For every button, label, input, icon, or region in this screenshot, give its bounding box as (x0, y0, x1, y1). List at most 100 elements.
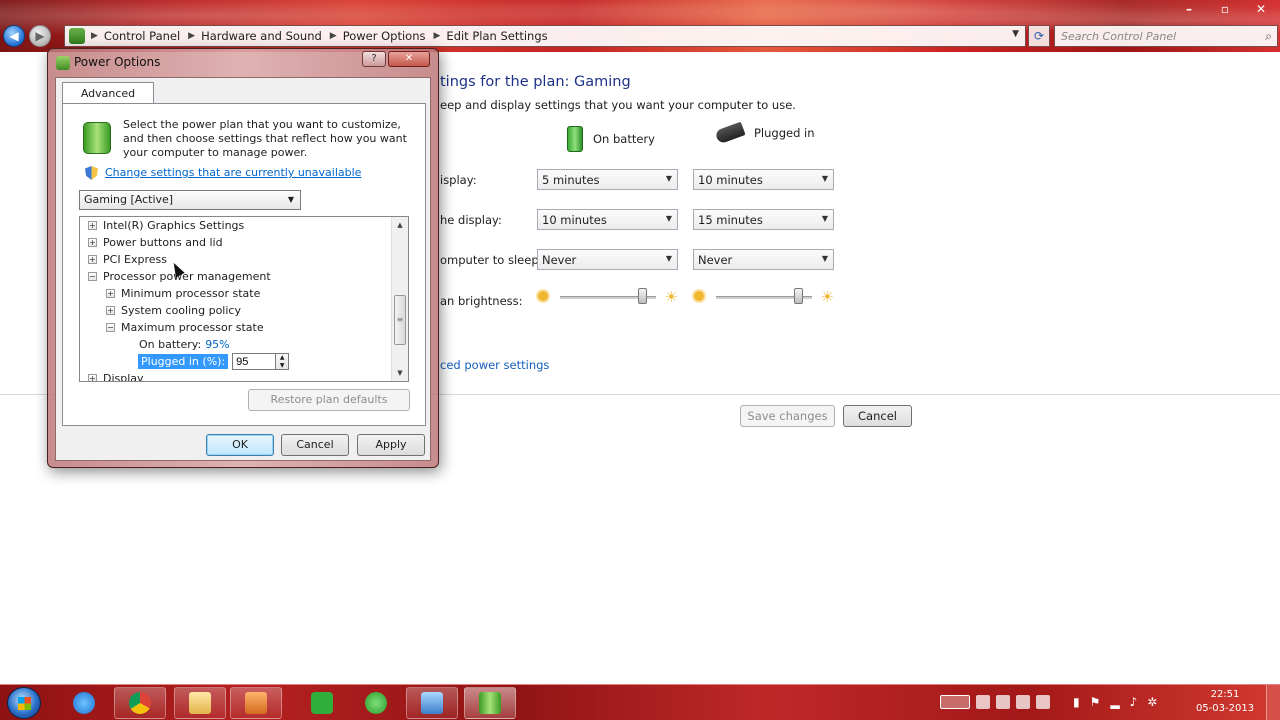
sleep-plugged-select[interactable]: Never ▼ (693, 249, 834, 270)
tree-item-display[interactable]: + Display (88, 370, 144, 381)
dialog-title: Power Options (74, 55, 161, 69)
restore-defaults-button[interactable]: Restore plan defaults (248, 389, 410, 411)
chevron-down-icon[interactable]: ▼ (1012, 29, 1019, 39)
chevron-down-icon: ▼ (287, 195, 294, 204)
media-player-icon[interactable] (230, 687, 282, 719)
show-desktop-button[interactable] (1266, 685, 1280, 720)
expand-icon[interactable]: + (106, 289, 115, 298)
notification-area (940, 688, 1080, 716)
breadcrumb-item[interactable]: ▶ Edit Plan Settings (434, 29, 548, 43)
battery-icon (567, 126, 583, 152)
expand-icon[interactable]: + (88, 374, 97, 381)
turn-off-display-battery-select[interactable]: 10 minutes ▼ (537, 209, 678, 230)
plug-icon (714, 121, 746, 145)
settings-tree[interactable]: + Intel(R) Graphics Settings + Power butto… (79, 216, 409, 382)
update-icon[interactable]: ✲ (1147, 695, 1157, 709)
expand-icon[interactable]: + (88, 255, 97, 264)
folder-icon[interactable] (174, 687, 226, 719)
forward-button[interactable]: ▶ (29, 25, 51, 47)
chevron-down-icon: ▼ (821, 254, 828, 263)
tray-highlight-icon[interactable] (940, 695, 970, 709)
tray-app-icon[interactable] (1036, 695, 1050, 709)
clock[interactable]: 22:51 05-03-2013 (1190, 688, 1260, 716)
intro-text: Select the power plan that you want to c… (123, 118, 407, 159)
flag-icon[interactable]: ⚑ (1090, 695, 1101, 709)
scroll-thumb[interactable]: ≡ (394, 295, 406, 345)
slider-thumb[interactable] (637, 288, 647, 304)
breadcrumb-item[interactable]: ▶ Control Panel (91, 29, 180, 43)
spin-up-icon[interactable]: ▲ (276, 354, 288, 362)
tree-item-plugged-in[interactable]: Plugged in (%): ▲ ▼ (138, 353, 290, 370)
plan-select[interactable]: Gaming [Active] ▼ (79, 190, 301, 210)
maximize-button[interactable]: ▫ (1216, 2, 1234, 16)
battery-plan-icon (83, 122, 111, 154)
tree-item-intel-graphics[interactable]: + Intel(R) Graphics Settings (88, 217, 244, 234)
collapse-icon[interactable]: − (88, 272, 97, 281)
search-input[interactable]: Search Control Panel ⌕ (1054, 25, 1278, 47)
turn-off-display-plugged-select[interactable]: 15 minutes ▼ (693, 209, 834, 230)
on-battery-value[interactable]: 95% (205, 338, 229, 351)
network-icon[interactable]: ▂ (1110, 695, 1119, 709)
internet-explorer-icon[interactable] (58, 687, 110, 719)
ok-button[interactable]: OK (206, 434, 274, 456)
scroll-down-icon[interactable]: ▼ (392, 365, 408, 381)
tray-app-icon[interactable] (976, 695, 990, 709)
power-options-icon (56, 56, 70, 70)
percent-spinner[interactable]: ▲ ▼ (276, 353, 290, 370)
tab-advanced-settings[interactable]: Advanced settings (62, 82, 154, 121)
back-button[interactable]: ◀ (3, 25, 25, 47)
display-battery-select[interactable]: 5 minutes ▼ (537, 169, 678, 190)
razer-icon[interactable] (296, 687, 348, 719)
scroll-up-icon[interactable]: ▲ (392, 217, 408, 233)
help-button[interactable]: ? (362, 51, 386, 67)
dialog-body: Advanced settings Select the power plan … (55, 77, 431, 461)
advanced-settings-link[interactable]: ced power settings (440, 358, 549, 372)
display-plugged-select[interactable]: 10 minutes ▼ (693, 169, 834, 190)
setting-label: isplay: (440, 173, 477, 187)
tree-scrollbar[interactable]: ▲ ≡ ▼ (391, 217, 408, 381)
brightness-battery-slider[interactable]: ☀ (538, 288, 678, 310)
control-panel-taskbar-icon[interactable] (406, 687, 458, 719)
tree-item-power-buttons[interactable]: + Power buttons and lid (88, 234, 223, 251)
volume-icon[interactable]: ♪ (1130, 695, 1138, 709)
tree-item-cooling-policy[interactable]: + System cooling policy (106, 302, 241, 319)
change-settings-link[interactable]: Change settings that are currently unava… (105, 166, 361, 179)
column-header-plugged: Plugged in (714, 121, 815, 145)
minimize-button[interactable]: – (1180, 2, 1198, 16)
expand-icon[interactable]: + (88, 238, 97, 247)
utorrent-icon[interactable] (350, 687, 402, 719)
start-button[interactable] (7, 687, 41, 719)
refresh-icon[interactable]: ⟳ (1028, 25, 1050, 47)
tree-item-min-processor-state[interactable]: + Minimum processor state (106, 285, 260, 302)
tray-app-icon[interactable] (996, 695, 1010, 709)
save-changes-button[interactable]: Save changes (740, 405, 835, 427)
tree-item-max-processor-state[interactable]: − Maximum processor state (106, 319, 264, 336)
sleep-battery-select[interactable]: Never ▼ (537, 249, 678, 270)
dialog-cancel-button[interactable]: Cancel (281, 434, 349, 456)
chevron-down-icon: ▼ (665, 254, 672, 263)
chrome-icon[interactable] (114, 687, 166, 719)
close-window-button[interactable]: ✕ (1252, 2, 1270, 16)
page-subtitle: eep and display settings that you want y… (440, 98, 796, 112)
expand-icon[interactable]: + (106, 306, 115, 315)
battery-tray-icon[interactable]: ▮ (1073, 695, 1080, 709)
breadcrumb-item[interactable]: ▶ Hardware and Sound (188, 29, 322, 43)
tree-item-pci-express[interactable]: + PCI Express (88, 251, 167, 268)
taskbar: ▮ ⚑ ▂ ♪ ✲ 22:51 05-03-2013 (0, 684, 1280, 720)
breadcrumb-item[interactable]: ▶ Power Options (330, 29, 426, 43)
brightness-plugged-slider[interactable]: ☀ (694, 288, 834, 310)
slider-thumb[interactable] (793, 288, 803, 304)
plugged-in-percent-input[interactable] (232, 353, 277, 370)
power-options-taskbar-icon[interactable] (464, 687, 516, 719)
column-header-battery: On battery (567, 126, 655, 152)
cancel-button[interactable]: Cancel (843, 405, 912, 427)
collapse-icon[interactable]: − (106, 323, 115, 332)
clock-time: 22:51 (1210, 689, 1240, 700)
apply-button[interactable]: Apply (357, 434, 425, 456)
address-bar[interactable]: ▶ Control Panel ▶ Hardware and Sound ▶ Powe… (64, 25, 1026, 47)
spin-down-icon[interactable]: ▼ (276, 362, 288, 370)
tree-item-on-battery[interactable]: On battery: 95% (139, 336, 230, 353)
tray-app-icon[interactable] (1016, 695, 1030, 709)
dialog-close-button[interactable]: ✕ (388, 51, 430, 67)
expand-icon[interactable]: + (88, 221, 97, 230)
